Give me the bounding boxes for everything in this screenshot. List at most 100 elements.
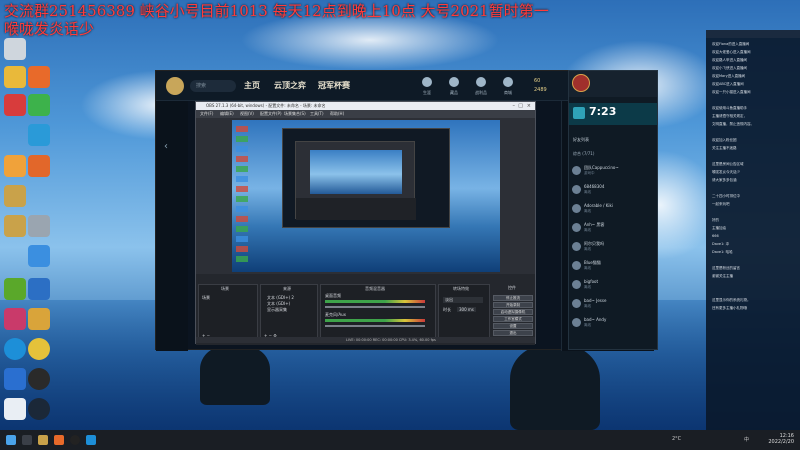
- friend-row[interactable]: bigfoot 离线: [572, 279, 656, 295]
- client-search[interactable]: 搜索: [190, 80, 236, 92]
- collection-icon[interactable]: [449, 77, 459, 87]
- mixer-mic-label: 麦克风/Aux: [325, 312, 346, 317]
- app-icon[interactable]: [28, 245, 50, 267]
- start-record-button[interactable]: 开始录制: [493, 302, 533, 308]
- obs-titlebar[interactable]: OBS 27.1.3 (64-bit, windows) - 配置文件: 未命名…: [196, 102, 535, 110]
- broadcast-chat-panel: 欢迎Fiona的进入直播间 欢迎大佬爱心进入直播间 欢迎路人甲进入直播间 欢迎小飞侠进…: [706, 30, 800, 430]
- back-arrow-icon[interactable]: ‹: [164, 141, 168, 152]
- app-icon[interactable]: [28, 94, 50, 116]
- taskbar-search-icon[interactable]: [22, 435, 32, 445]
- maximize-icon[interactable]: □: [518, 103, 523, 109]
- nested-icons: [236, 126, 248, 266]
- app-icon[interactable]: [28, 215, 50, 237]
- taskbar-app-icon[interactable]: [86, 435, 96, 445]
- nav-tft[interactable]: 云顶之弈: [274, 80, 306, 91]
- friend-row[interactable]: bad~ Andy 离线: [572, 317, 656, 333]
- broadcast-message: 666: [712, 234, 719, 238]
- app-icon[interactable]: [28, 278, 50, 300]
- nvidia-icon[interactable]: [4, 278, 26, 300]
- app-icon[interactable]: [28, 66, 50, 88]
- menu-file[interactable]: 文件(F): [200, 111, 213, 117]
- loot-icon[interactable]: [476, 77, 486, 87]
- currency-rp: 60: [534, 78, 541, 84]
- taskbar-app-icon[interactable]: [54, 435, 64, 445]
- desktop-volume-slider[interactable]: [325, 306, 425, 308]
- clock-text: 7:23: [589, 105, 617, 118]
- nav-home[interactable]: 主页: [244, 80, 260, 91]
- friend-row[interactable]: 68468304 离线: [572, 184, 656, 200]
- friend-avatar: [572, 204, 581, 213]
- friend-name: bigfoot: [584, 279, 599, 284]
- profile-icon[interactable]: [422, 77, 432, 87]
- friend-row[interactable]: Blue猫猫 离线: [572, 260, 656, 276]
- minimize-icon[interactable]: –: [513, 103, 516, 109]
- taskbar-obs-icon[interactable]: [70, 435, 80, 445]
- app-icon[interactable]: [28, 308, 50, 330]
- friend-group[interactable]: 综合 (7/71): [573, 151, 594, 157]
- media-icon[interactable]: [28, 124, 50, 146]
- close-icon[interactable]: ×: [527, 103, 531, 109]
- client-logo-icon[interactable]: [166, 77, 184, 95]
- menu-scene-collection[interactable]: 场景集合(S): [284, 111, 306, 117]
- friend-status: 离线: [584, 266, 591, 270]
- obs-icon[interactable]: [28, 368, 50, 390]
- broadcast-message: Dave1: 冲: [712, 242, 730, 246]
- loot-label: 战利品: [475, 90, 487, 95]
- obs-preview[interactable]: [232, 120, 500, 272]
- app-icon[interactable]: [28, 155, 50, 177]
- taskbar-app-icon[interactable]: [38, 435, 48, 445]
- duration-field[interactable]: 300 ms: [457, 307, 476, 312]
- owl-app-icon[interactable]: [4, 155, 26, 177]
- broadcast-message: 欢迎路人甲进入直播间: [712, 58, 747, 62]
- menu-help[interactable]: 帮助(H): [330, 111, 344, 117]
- taskbar-clock[interactable]: 12:16 2022/2/20: [768, 433, 794, 445]
- edge-icon[interactable]: [4, 338, 26, 360]
- qq-icon[interactable]: [4, 398, 26, 420]
- broadcast-message: 主播请遵守相关规定，: [712, 114, 747, 118]
- friend-row[interactable]: 团队Cappuccino~ 游戏中: [572, 165, 656, 181]
- friend-name: bad~ Jesse: [584, 298, 607, 303]
- shield-icon[interactable]: [4, 368, 26, 390]
- broadcast-message: 欢迎加入粉丝团: [712, 138, 737, 142]
- exit-button[interactable]: 退出: [493, 330, 533, 336]
- obs-window[interactable]: OBS 27.1.3 (64-bit, windows) - 配置文件: 未命名…: [195, 101, 536, 345]
- virtual-cam-button[interactable]: 启动虚拟摄像机: [493, 309, 533, 315]
- mic-volume-slider[interactable]: [325, 325, 425, 327]
- menu-edit[interactable]: 编辑(E): [220, 111, 234, 117]
- menu-tools[interactable]: 工具(T): [310, 111, 324, 117]
- friend-avatar: [572, 280, 581, 289]
- scenes-panel: 场景 场景 + −: [198, 284, 258, 341]
- friend-row[interactable]: bad~ Jesse 离线: [572, 298, 656, 314]
- broadcast-message: 欢迎小飞侠进入直播间: [712, 66, 747, 70]
- studio-mode-button[interactable]: 工作室模式: [493, 316, 533, 322]
- scene-item[interactable]: 场景: [202, 295, 210, 301]
- settings-button[interactable]: 设置: [493, 323, 533, 329]
- broadcast-message: 好的: [712, 218, 719, 222]
- broadcast-message: 文明直播，禁止违规内容。: [712, 122, 754, 126]
- friend-status: 离线: [584, 323, 591, 327]
- friend-row[interactable]: Adorable / Kiki 离线: [572, 203, 656, 219]
- recycle-bin-icon[interactable]: [4, 38, 26, 60]
- app-icon[interactable]: [4, 94, 26, 116]
- folder-icon[interactable]: [4, 66, 26, 88]
- steam-icon[interactable]: [28, 398, 50, 420]
- friend-avatar: [572, 166, 581, 175]
- chrome-icon[interactable]: [28, 338, 50, 360]
- stop-stream-button[interactable]: 停止推流: [493, 295, 533, 301]
- avatar[interactable]: [572, 74, 590, 92]
- app-icon[interactable]: [4, 308, 26, 330]
- friend-row[interactable]: Anh~ 黑客 离线: [572, 222, 656, 238]
- friend-row[interactable]: 阿尔贝我吗 离线: [572, 241, 656, 257]
- source-item[interactable]: 显示器采集: [267, 307, 287, 313]
- nav-clash[interactable]: 冠军杯赛: [318, 80, 350, 91]
- start-icon[interactable]: [6, 435, 16, 445]
- game-icon[interactable]: [4, 185, 26, 207]
- transition-select[interactable]: 淡出: [443, 297, 483, 303]
- store-icon[interactable]: [503, 77, 513, 87]
- weather-text: 2°C: [672, 436, 682, 442]
- menu-view[interactable]: 视图(V): [240, 111, 254, 117]
- language-indicator[interactable]: 中: [744, 436, 749, 443]
- game-icon[interactable]: [4, 215, 26, 237]
- friend-name: Adorable / Kiki: [584, 203, 613, 208]
- menu-profile[interactable]: 配置文件(P): [260, 111, 282, 117]
